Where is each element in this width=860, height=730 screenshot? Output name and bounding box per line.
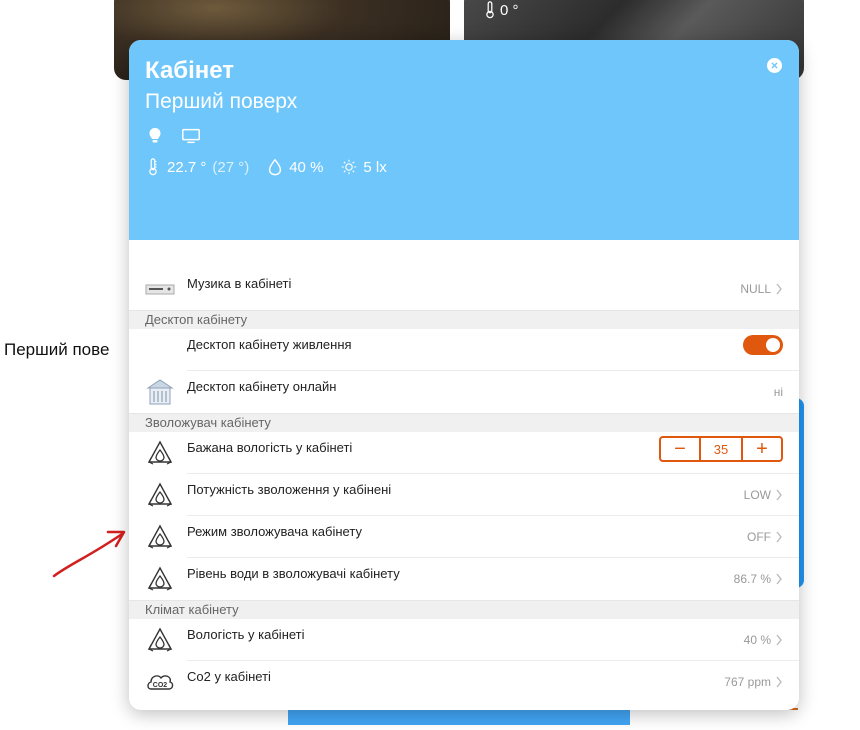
entity-list: Музика в кабінеті NULL Десктоп кабінету … — [129, 268, 799, 703]
recycle-drop-icon — [145, 522, 175, 552]
humidity-reading[interactable]: 40 % — [267, 158, 323, 176]
co2-icon: CO2 — [145, 667, 175, 697]
close-icon — [771, 62, 778, 69]
row-humidity[interactable]: Вологість у кабінеті 40 % — [129, 619, 799, 661]
increment-button[interactable]: + — [743, 438, 781, 460]
close-button[interactable] — [767, 58, 782, 73]
recycle-drop-icon — [145, 438, 175, 468]
row-humidifier-mode[interactable]: Режим зволожувача кабінету OFF — [129, 516, 799, 558]
chevron-right-icon — [776, 283, 782, 295]
row-desktop-online[interactable]: Десктоп кабінету онлайн ні — [129, 371, 799, 413]
dialog-header: Кабінет Перший поверх 22.7 ° (27 °) 40 %… — [129, 40, 799, 240]
row-humidity-label: Вологість у кабінеті — [187, 627, 305, 642]
row-co2-value: 767 ppm — [724, 675, 771, 689]
tile-temperature-value: 0 ° — [500, 1, 519, 19]
temperature-value: 22.7 ° — [167, 158, 207, 176]
row-water-level[interactable]: Рівень води в зволожувачі кабінету 86.7 … — [129, 558, 799, 600]
group-desktop: Десктоп кабінету — [129, 310, 799, 329]
room-dialog: Кабінет Перший поверх 22.7 ° (27 °) 40 %… — [129, 40, 799, 710]
row-humidify-power-value: LOW — [743, 488, 771, 502]
row-water-level-label: Рівень води в зволожувачі кабінету — [187, 566, 400, 581]
row-humidifier-mode-label: Режим зволожувача кабінету — [187, 524, 362, 539]
floor-heading: Перший пове — [4, 340, 110, 359]
chevron-right-icon — [776, 489, 782, 501]
row-target-humidity-label: Бажана вологість у кабінеті — [187, 440, 353, 455]
svg-text:CO2: CO2 — [153, 682, 168, 689]
dialog-title: Кабінет — [145, 57, 235, 84]
row-desktop-online-label: Десктоп кабінету онлайн — [187, 379, 337, 394]
recycle-drop-icon — [145, 564, 175, 594]
target-humidity-value[interactable]: 35 — [699, 438, 743, 460]
thermometer-icon — [486, 1, 494, 19]
row-music-value: NULL — [740, 282, 771, 296]
bulb-icon[interactable] — [145, 126, 165, 146]
chevron-right-icon — [776, 676, 782, 688]
sun-icon — [342, 159, 357, 175]
row-target-humidity: Бажана вологість у кабінеті − 35 + — [129, 432, 799, 474]
humidity-value: 40 % — [289, 158, 324, 176]
recycle-drop-icon — [145, 625, 175, 655]
row-co2[interactable]: CO2 Co2 у кабінеті 767 ppm — [129, 661, 799, 703]
tile-temperature: 0 ° — [484, 1, 519, 19]
row-music-label: Музика в кабінеті — [187, 276, 292, 291]
desktop-power-toggle[interactable] — [743, 335, 783, 355]
row-humidify-power[interactable]: Потужність зволоження у кабінені LOW — [129, 474, 799, 516]
media-player-icon — [145, 274, 175, 304]
chevron-right-icon — [776, 531, 782, 543]
row-music[interactable]: Музика в кабінеті NULL — [129, 268, 799, 310]
monitor-icon[interactable] — [181, 126, 201, 146]
row-humidify-power-label: Потужність зволоження у кабінені — [187, 482, 392, 497]
illuminance-reading[interactable]: 5 lx — [341, 158, 387, 176]
row-desktop-power[interactable]: Десктоп кабінету живлення — [129, 329, 799, 371]
humidity-stepper: − 35 + — [659, 436, 783, 462]
temperature-feel-value: (27 °) — [212, 158, 250, 176]
chevron-right-icon — [776, 573, 782, 585]
recycle-drop-icon — [145, 480, 175, 510]
group-climate: Клімат кабінету — [129, 600, 799, 619]
decrement-button[interactable]: − — [661, 438, 699, 460]
toggle-knob — [766, 338, 780, 352]
row-co2-label: Co2 у кабінеті — [187, 669, 271, 684]
row-water-level-value: 86.7 % — [733, 572, 771, 586]
row-desktop-power-label: Десктоп кабінету живлення — [187, 337, 352, 352]
dialog-subtitle: Перший поверх — [145, 90, 298, 113]
device-icons — [145, 126, 783, 146]
background-card-bottom — [658, 708, 798, 730]
row-humidifier-mode-value: OFF — [747, 530, 771, 544]
building-icon — [145, 377, 175, 407]
temperature-reading[interactable]: 22.7 ° (27 °) — [145, 158, 249, 176]
group-humidifier: Зволожувач кабінету — [129, 413, 799, 432]
annotation-arrow — [52, 530, 126, 578]
row-desktop-online-value: ні — [773, 385, 783, 399]
thermometer-icon — [149, 158, 157, 176]
illuminance-value: 5 lx — [363, 158, 387, 176]
water-drop-icon — [269, 158, 282, 176]
chevron-right-icon — [776, 634, 782, 646]
row-humidity-value: 40 % — [743, 633, 771, 647]
sensor-readings: 22.7 ° (27 °) 40 % 5 lx — [145, 158, 783, 176]
